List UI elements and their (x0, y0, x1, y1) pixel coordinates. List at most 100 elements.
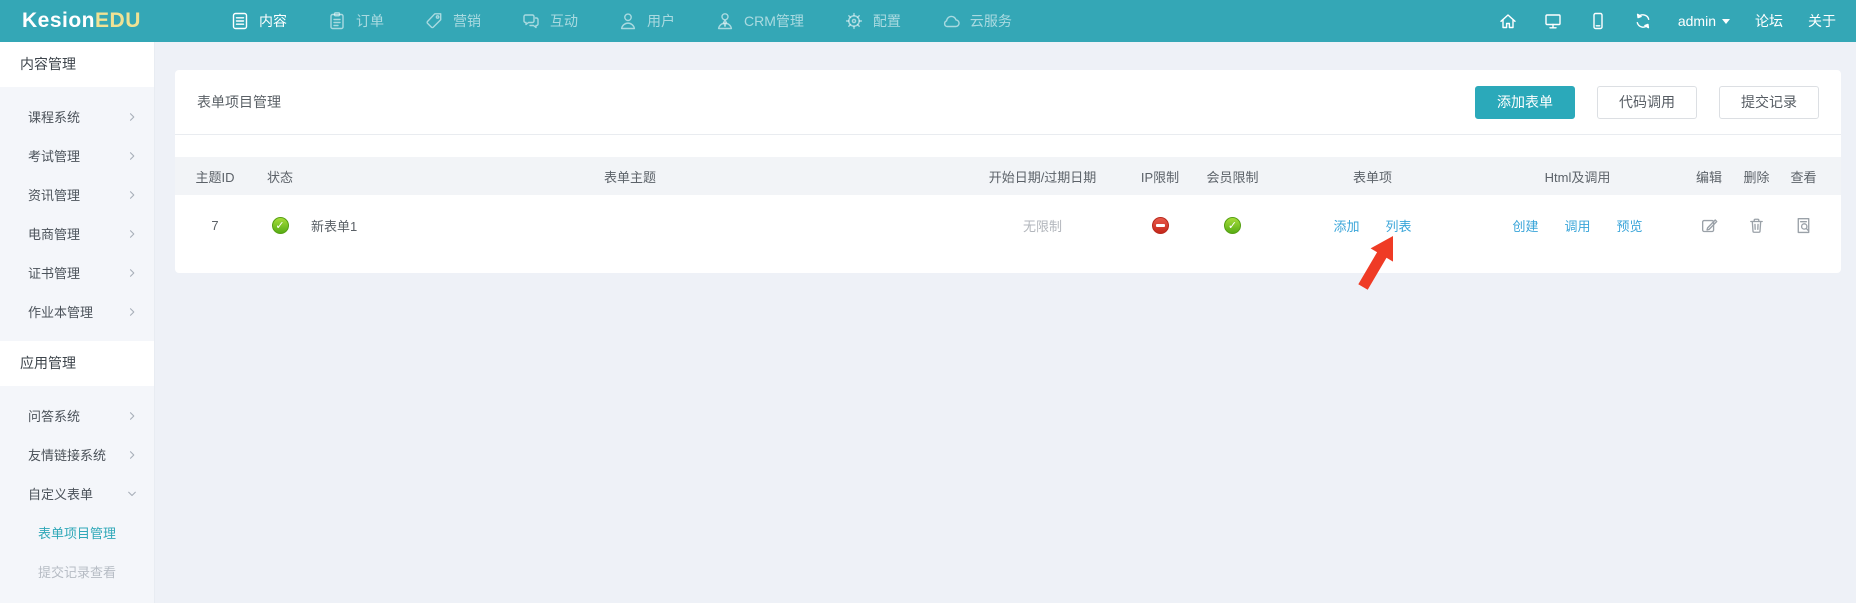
nav-item-label: 订单 (356, 13, 384, 29)
refresh-icon[interactable] (1633, 11, 1653, 31)
chevron-right-icon (126, 150, 138, 162)
column-header: 表单项 (1352, 169, 1392, 185)
sidebar-group: 课程系统考试管理资讯管理电商管理证书管理作业本管理 (0, 87, 154, 341)
logo-accent: EDU (95, 9, 141, 32)
main-nav: 内容 订单 营销 互动 用户 CRM管理 配置 云服务 (210, 0, 1032, 42)
sidebar-item-course-system[interactable]: 课程系统 (0, 97, 154, 136)
sidebar-item-label: 作业本管理 (28, 305, 94, 320)
code-call-button[interactable]: 代码调用 (1597, 85, 1697, 119)
column-header: 主题ID (195, 169, 235, 185)
sidebar-item-exam-management[interactable]: 考试管理 (0, 136, 154, 175)
crm-user-icon (715, 11, 735, 31)
nav-item-cloud[interactable]: 云服务 (921, 0, 1032, 42)
chevron-right-icon (126, 410, 138, 422)
nav-item-label: 云服务 (969, 13, 1012, 29)
sidebar-item-label: 友情链接系统 (28, 448, 107, 463)
chevron-right-icon (126, 306, 138, 318)
status-ok-icon: ✓ (1224, 216, 1241, 234)
nav-item-marketing[interactable]: 营销 (404, 0, 501, 42)
chevron-right-icon (126, 267, 138, 279)
app-logo: KesionEDU (0, 9, 155, 33)
sidebar-item-label: 电商管理 (28, 227, 81, 242)
home-icon[interactable] (1498, 11, 1518, 31)
sidebar-item-custom-forms[interactable]: 自定义表单 (0, 474, 154, 513)
nav-item-label: 配置 (872, 13, 901, 29)
status-ok-icon: ✓ (271, 216, 289, 234)
nav-item-label: 用户 (647, 13, 675, 29)
link-preview[interactable]: 预览 (1617, 216, 1643, 235)
column-header: 编辑 (1695, 169, 1722, 185)
sidebar-item-label: 证书管理 (28, 266, 81, 281)
clipboard-icon (327, 11, 347, 31)
chat-icon (521, 11, 541, 31)
cloud-icon (941, 11, 961, 31)
edit-icon[interactable] (1700, 216, 1719, 235)
sidebar-item-qa-system[interactable]: 问答系统 (0, 396, 154, 435)
admin-dropdown[interactable]: admin (1678, 13, 1730, 29)
form-subject: 新表单1 (311, 218, 358, 234)
user-icon (618, 11, 638, 31)
sidebar-subitem-form-project-management[interactable]: 表单项目管理 (0, 513, 154, 552)
sidebar-item-friend-link-system[interactable]: 友情链接系统 (0, 435, 154, 474)
sidebar-subitem-label: 表单项目管理 (38, 526, 117, 541)
column-header: 查看 (1790, 169, 1817, 185)
sidebar-item-label: 自定义表单 (28, 487, 94, 502)
sidebar-item-workbook-management[interactable]: 作业本管理 (0, 292, 154, 331)
chevron-right-icon (126, 111, 138, 123)
sidebar-item-label: 资讯管理 (28, 188, 81, 203)
forum-link[interactable]: 论坛 (1755, 11, 1783, 31)
view-icon[interactable] (1794, 216, 1813, 235)
chevron-down-icon (1722, 18, 1730, 24)
link-create[interactable]: 创建 (1512, 216, 1538, 235)
nav-item-content[interactable]: 内容 (210, 0, 307, 42)
chevron-right-icon (126, 228, 138, 240)
column-header: 删除 (1743, 169, 1770, 185)
chevron-right-icon (126, 189, 138, 201)
nav-item-label: 营销 (453, 13, 481, 29)
nav-item-interaction[interactable]: 互动 (501, 0, 598, 42)
delete-icon[interactable] (1747, 216, 1766, 235)
sidebar-item-news-management[interactable]: 资讯管理 (0, 175, 154, 214)
admin-username: admin (1677, 13, 1716, 29)
page-title: 表单项目管理 (197, 94, 281, 110)
status-blocked-icon (1151, 216, 1169, 234)
link-add[interactable]: 添加 (1333, 216, 1359, 235)
table-row: 7 ✓ 新表单1 无限制 ✓ 添加 列表 创建 调用 预览 (175, 195, 1841, 255)
submit-records-button[interactable]: 提交记录 (1719, 85, 1819, 119)
nav-item-crm[interactable]: CRM管理 (695, 0, 824, 42)
content-card: 表单项目管理 添加表单 代码调用 提交记录 主题ID 状态 表单主题 开始日期/过期日… (175, 70, 1841, 273)
table-body: 7 ✓ 新表单1 无限制 ✓ 添加 列表 创建 调用 预览 (175, 195, 1841, 255)
monitor-icon[interactable] (1543, 11, 1563, 31)
toolbar: 添加表单 代码调用 提交记录 (1475, 85, 1819, 119)
add-form-button[interactable]: 添加表单 (1475, 85, 1575, 119)
logo-primary: Kesion (22, 9, 96, 32)
about-link[interactable]: 关于 (1808, 11, 1836, 31)
nav-item-label: 内容 (259, 13, 287, 29)
sidebar-item-certificate-management[interactable]: 证书管理 (0, 253, 154, 292)
nav-item-settings[interactable]: 配置 (824, 0, 921, 42)
top-navbar: KesionEDU 内容 订单 营销 互动 用户 CRM管理 配置 云服务 admin 论坛 … (0, 0, 1856, 42)
navbar-right: admin 论坛 关于 (1498, 11, 1856, 31)
gear-icon (844, 11, 864, 31)
sidebar-group: 问答系统友情链接系统 自定义表单表单项目管理 提交记录查看 (0, 386, 154, 601)
sidebar-item-label: 问答系统 (28, 409, 81, 424)
link-invoke[interactable]: 调用 (1564, 216, 1590, 235)
mobile-icon[interactable] (1588, 11, 1608, 31)
column-header: IP限制 (1140, 169, 1180, 185)
nav-item-label: 互动 (550, 13, 578, 29)
sidebar-item-label: 课程系统 (28, 110, 81, 125)
forms-table: 主题ID 状态 表单主题 开始日期/过期日期 IP限制 会员限制 表单项 Html及调用 编辑 删… (175, 157, 1841, 255)
sidebar-item-label: 考试管理 (28, 149, 81, 164)
nav-item-users[interactable]: 用户 (598, 0, 695, 42)
chevron-right-icon (126, 449, 138, 461)
table-header-row: 主题ID 状态 表单主题 开始日期/过期日期 IP限制 会员限制 表单项 Html及调用 编辑 删… (175, 157, 1841, 195)
column-header: 表单主题 (603, 169, 656, 185)
sidebar-subitem-label: 提交记录查看 (38, 565, 117, 580)
sidebar-item-ecommerce-management[interactable]: 电商管理 (0, 214, 154, 253)
sidebar-subitem-submission-records[interactable]: 提交记录查看 (0, 552, 154, 591)
column-header: 会员限制 (1206, 169, 1259, 185)
nav-item-orders[interactable]: 订单 (307, 0, 404, 42)
document-icon (230, 11, 250, 31)
sidebar-section-title: 应用管理 (0, 341, 154, 386)
link-list[interactable]: 列表 (1386, 216, 1412, 235)
